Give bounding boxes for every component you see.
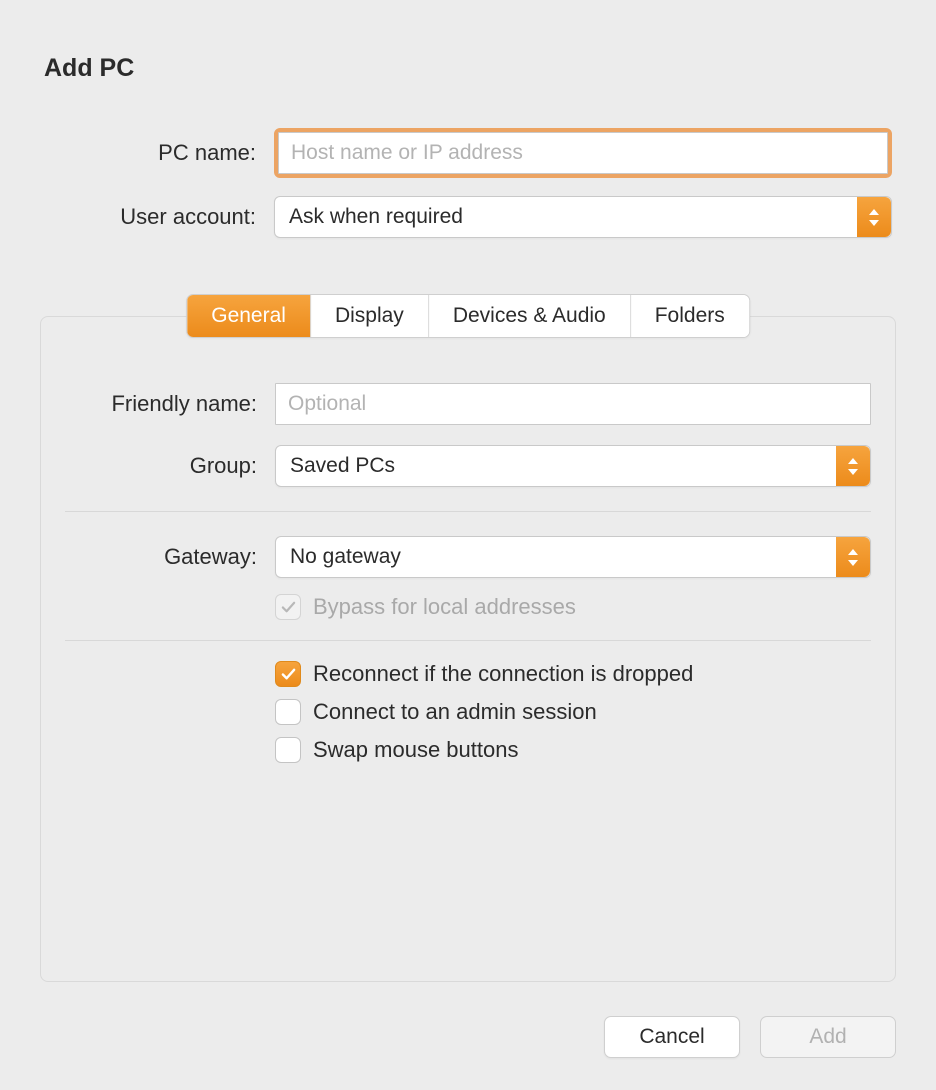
chevron-up-down-icon	[836, 446, 870, 486]
user-account-value: Ask when required	[289, 205, 463, 229]
admin-session-checkbox[interactable]	[275, 699, 301, 725]
tab-general[interactable]: General	[187, 295, 311, 337]
reconnect-checkbox[interactable]	[275, 661, 301, 687]
tab-bar: General Display Devices & Audio Folders	[186, 294, 750, 338]
swap-mouse-checkbox[interactable]	[275, 737, 301, 763]
admin-session-label: Connect to an admin session	[313, 699, 597, 725]
user-account-label: User account:	[44, 204, 274, 230]
group-value: Saved PCs	[290, 454, 395, 478]
gateway-value: No gateway	[290, 545, 401, 569]
checkmark-icon	[281, 600, 296, 615]
chevron-up-down-icon	[836, 537, 870, 577]
bypass-checkbox	[275, 594, 301, 620]
bypass-label: Bypass for local addresses	[313, 594, 576, 620]
friendly-name-label: Friendly name:	[65, 391, 275, 417]
checkmark-icon	[281, 667, 296, 682]
pc-name-label: PC name:	[44, 140, 274, 166]
group-select[interactable]: Saved PCs	[275, 445, 871, 487]
tab-devices-audio[interactable]: Devices & Audio	[429, 295, 631, 337]
pc-name-focus-ring	[274, 128, 892, 178]
gateway-select[interactable]: No gateway	[275, 536, 871, 578]
group-label: Group:	[65, 453, 275, 479]
gateway-label: Gateway:	[65, 544, 275, 570]
friendly-name-input[interactable]	[275, 383, 871, 425]
tab-folders[interactable]: Folders	[631, 295, 749, 337]
reconnect-label: Reconnect if the connection is dropped	[313, 661, 693, 687]
user-account-select[interactable]: Ask when required	[274, 196, 892, 238]
separator	[65, 511, 871, 512]
cancel-button[interactable]: Cancel	[604, 1016, 740, 1058]
dialog-title: Add PC	[44, 54, 134, 83]
tab-display[interactable]: Display	[311, 295, 429, 337]
chevron-up-down-icon	[857, 197, 891, 237]
swap-mouse-label: Swap mouse buttons	[313, 737, 518, 763]
separator	[65, 640, 871, 641]
dialog-buttons: Cancel Add	[604, 1016, 896, 1058]
settings-tab-panel: Friendly name: Group: Saved PCs	[40, 294, 896, 982]
tab-content-panel: Friendly name: Group: Saved PCs	[40, 316, 896, 982]
connection-form: PC name: User account: Ask when required	[44, 128, 892, 256]
pc-name-input[interactable]	[278, 132, 888, 174]
add-button: Add	[760, 1016, 896, 1058]
